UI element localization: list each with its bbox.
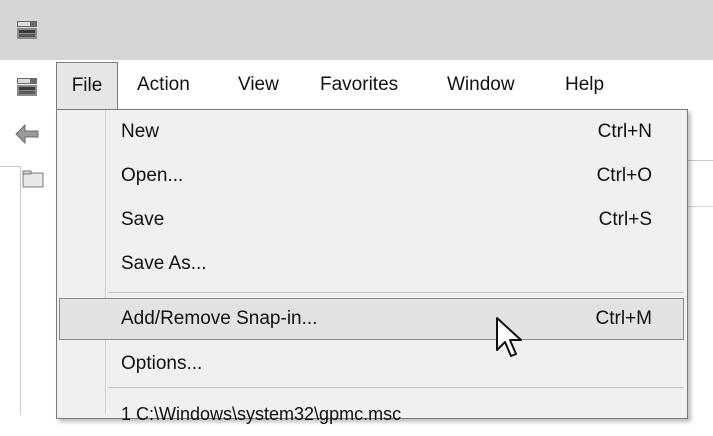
menu-action[interactable]: Action [137,60,190,110]
menu-separator [108,292,684,293]
menu-favorites[interactable]: Favorites [320,60,398,110]
mouse-pointer-icon [495,316,527,360]
menu-item-save-as[interactable]: Save As... [121,242,207,286]
menu-window[interactable]: Window [447,60,515,110]
back-arrow-icon[interactable] [14,123,40,145]
menu-item-new[interactable]: New [121,110,159,154]
shortcut-save: Ctrl+S [598,209,652,230]
menu-item-recent-file[interactable]: 1 C:\Windows\system32\gpmc.msc [121,392,401,436]
menu-item-add-remove-snap-in[interactable]: Add/Remove Snap-in... [121,297,317,341]
title-bar [0,0,713,60]
shortcut-new: Ctrl+N [597,121,652,142]
menu-view[interactable]: View [238,60,279,110]
right-pane-border [686,160,713,161]
menu-help[interactable]: Help [565,60,604,110]
menu-file[interactable]: File [56,62,118,110]
right-pane-border-2 [686,206,713,207]
menu-item-open[interactable]: Open... [121,154,183,198]
menu-separator-2 [108,387,684,388]
console-app-icon[interactable] [16,20,38,40]
shortcut-open: Ctrl+O [596,165,652,186]
menu-item-options[interactable]: Options... [121,342,202,386]
console-menu-icon[interactable] [16,77,38,97]
console-tree-pane [0,166,21,415]
menu-item-save[interactable]: Save [121,198,164,242]
menu-icon-gutter [105,110,106,414]
folder-icon [22,170,44,188]
